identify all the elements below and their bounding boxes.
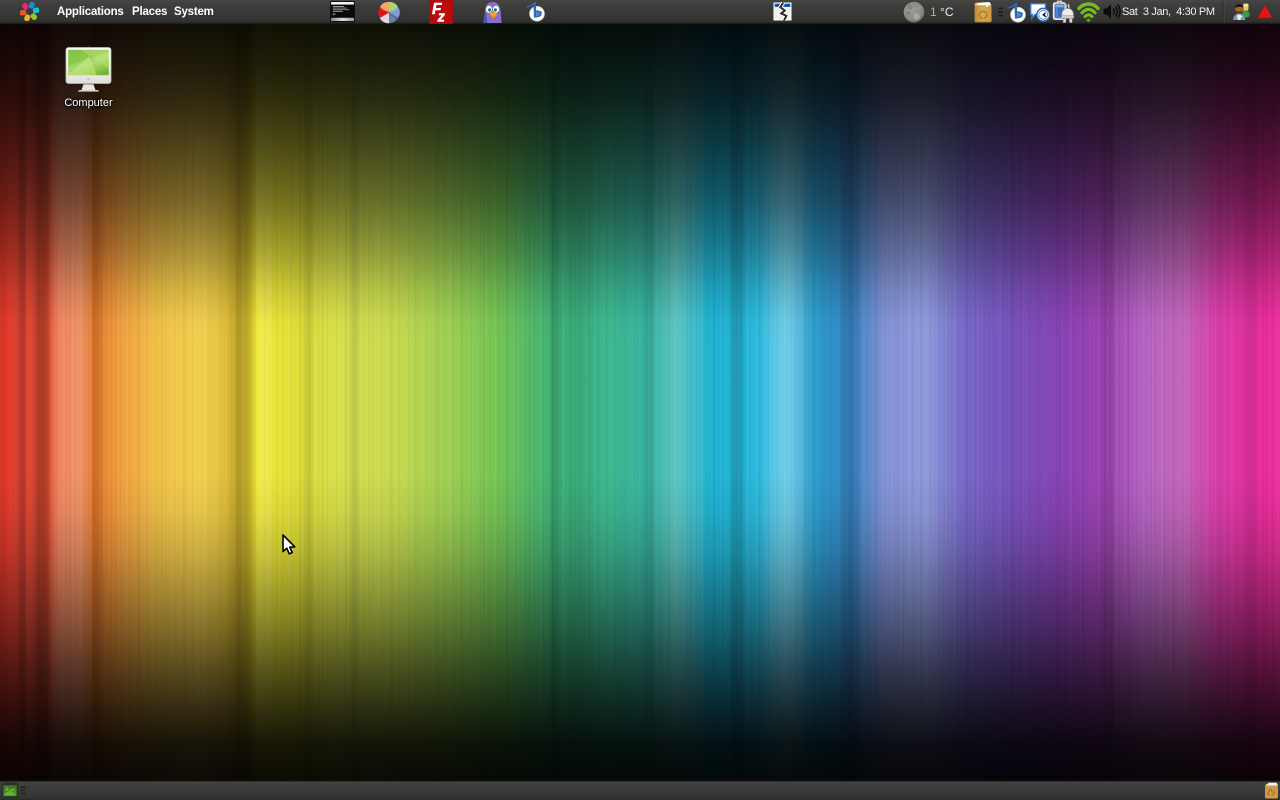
svg-text:z: z <box>437 10 446 25</box>
